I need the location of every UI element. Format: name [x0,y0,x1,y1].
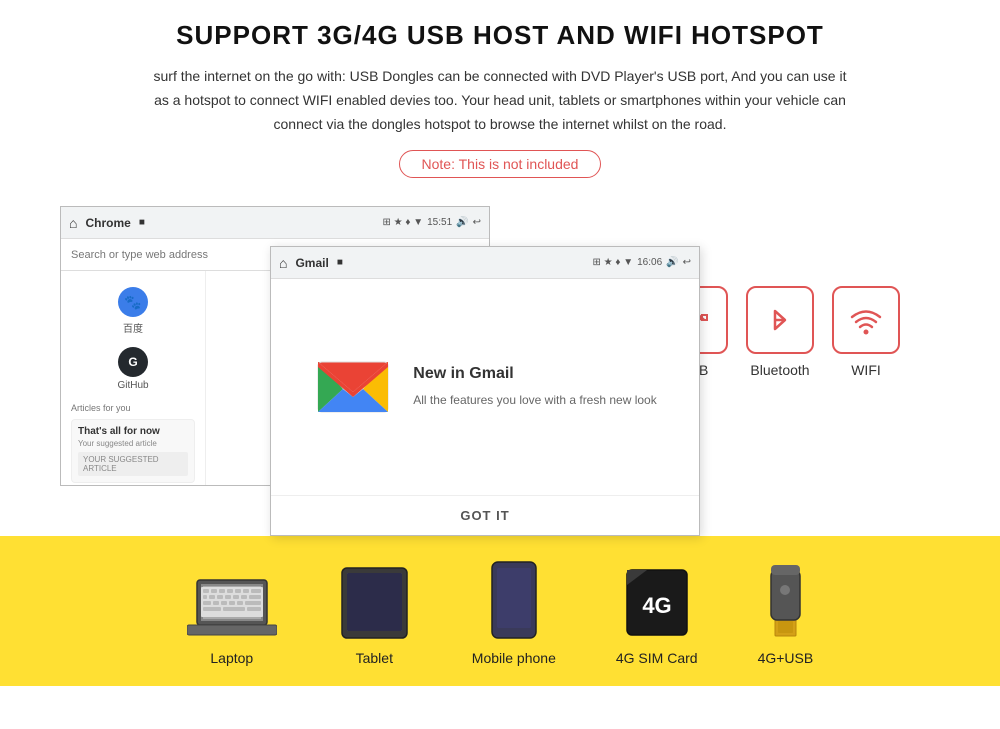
suggestion-sub: Your suggested article [78,439,188,448]
wifi-icon-box [832,286,900,354]
tablet-device: Tablet [337,565,412,666]
tablet-icon [337,565,412,640]
chrome-left-panel: 🐾 百度 G GitHub Articles for you That's al… [61,271,206,485]
wifi-label: WIFI [851,362,881,378]
chrome-time: 15:51 [427,217,452,228]
main-title: SUPPORT 3G/4G USB HOST AND WIFI HOTSPOT [60,20,940,51]
note-box: Note: This is not included [399,150,602,178]
description: surf the internet on the go with: USB Do… [150,65,850,136]
usb-dongle-svg [763,560,808,640]
top-section: SUPPORT 3G/4G USB HOST AND WIFI HOTSPOT … [0,0,1000,206]
gmail-body: New in Gmail All the features you love w… [271,279,699,495]
gmail-sub-text: All the features you love with a fresh n… [413,391,656,409]
usb-dongle-label: 4G+USB [758,650,814,666]
gmail-logo-svg [313,347,393,427]
gmail-topbar: ⌂ Gmail ■ ⊞ ★ ♦ ▼ 16:06 🔊 ↩ [271,247,699,279]
baidu-app: 🐾 百度 [71,287,195,335]
baidu-icon: 🐾 [118,287,148,317]
sim-icon: 4G [622,565,692,640]
usb-dongle-icon [763,560,808,640]
laptop-device: Laptop [187,575,277,666]
bluetooth-label: Bluetooth [750,362,809,378]
got-it-button[interactable]: GOT IT [460,508,509,523]
gmail-tab-close: ■ [337,257,343,268]
gmail-text: New in Gmail All the features you love w… [413,365,656,409]
suggestion-title: That's all for now [78,426,188,437]
laptop-icon [187,575,277,640]
suggestion-box: That's all for now Your suggested articl… [71,419,195,483]
chrome-audio-icon: 🔊 [456,217,468,228]
gmail-new-title: New in Gmail [413,365,656,383]
tablet-svg [337,565,412,640]
sim-svg: 4G [622,565,692,640]
gmail-audio-icon: 🔊 [666,257,678,268]
bluetooth-symbol-svg [761,301,799,339]
mobile-icon [489,560,539,640]
mobile-label: Mobile phone [472,650,556,666]
bluetooth-icon-box [746,286,814,354]
mobile-device: Mobile phone [472,560,556,666]
middle-section: ⌂ Chrome ■ ⊞ ★ ♦ ▼ 15:51 🔊 ↩ Search or t… [0,206,1000,536]
laptop-svg [187,575,277,640]
gmail-back-icon: ↩ [683,257,691,268]
chrome-tab-label: Chrome [85,216,130,230]
github-icon: G [118,347,148,377]
gmail-tab-label: Gmail [295,256,328,270]
chrome-status-icons: ⊞ ★ ♦ ▼ 15:51 🔊 ↩ [382,217,481,228]
tablet-label: Tablet [356,650,393,666]
suggestion-more: YOUR SUGGESTED ARTICLE [78,452,188,476]
github-app: G GitHub [71,347,195,391]
chrome-back-icon: ↩ [473,217,481,228]
bottom-section: Laptop Tablet Mobile phone [0,536,1000,686]
gmail-time: 16:06 [637,257,662,268]
gmail-icons-status: ⊞ ★ ♦ ▼ [592,257,633,268]
gmail-footer: GOT IT [271,495,699,535]
articles-label: Articles for you [71,403,195,413]
gmail-status-icons: ⊞ ★ ♦ ▼ 16:06 🔊 ↩ [592,257,691,268]
bluetooth-icon-item: Bluetooth [746,286,814,378]
gmail-home-icon: ⌂ [279,255,287,271]
mobile-svg [489,560,539,640]
chrome-topbar: ⌂ Chrome ■ ⊞ ★ ♦ ▼ 15:51 🔊 ↩ [61,207,489,239]
usb-dongle-device: 4G+USB [758,560,814,666]
chrome-icons-status: ⊞ ★ ♦ ▼ [382,217,423,228]
sim-label: 4G SIM Card [616,650,698,666]
wifi-symbol-svg [847,301,885,339]
chrome-tab-close: ■ [139,217,145,228]
gmail-screen: ⌂ Gmail ■ ⊞ ★ ♦ ▼ 16:06 🔊 ↩ [270,246,700,536]
baidu-label: 百度 [123,320,143,335]
phone-mockup: ⌂ Chrome ■ ⊞ ★ ♦ ▼ 15:51 🔊 ↩ Search or t… [60,206,630,516]
svg-text:4G: 4G [642,593,671,618]
github-label: GitHub [117,380,148,391]
laptop-label: Laptop [210,650,253,666]
sim-device: 4G 4G SIM Card [616,565,698,666]
chrome-home-icon: ⌂ [69,215,77,231]
wifi-icon-item: WIFI [832,286,900,378]
